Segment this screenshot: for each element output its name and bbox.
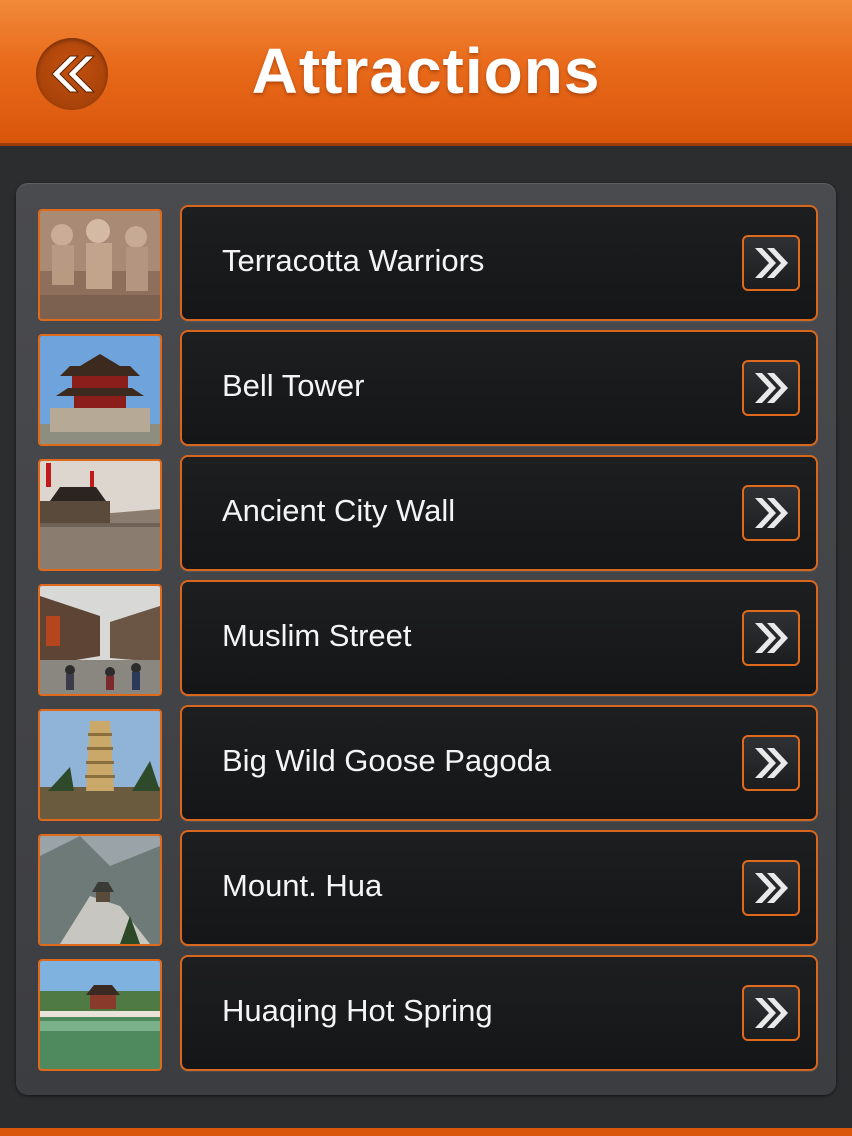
header-bar: Attractions (0, 0, 852, 146)
attraction-label: Ancient City Wall (222, 493, 456, 528)
double-chevron-right-icon (755, 248, 788, 278)
list-item[interactable]: Huaqing Hot Spring (16, 933, 836, 1071)
pagoda-thumbnail (38, 709, 162, 821)
bell-tower-thumbnail (38, 334, 162, 446)
attraction-label: Muslim Street (222, 618, 412, 653)
double-chevron-right-icon (755, 998, 788, 1028)
attraction-button[interactable]: Ancient City Wall (180, 455, 818, 571)
attraction-label: Mount. Hua (222, 868, 383, 903)
double-chevron-right-icon (755, 748, 788, 778)
attraction-button[interactable]: Big Wild Goose Pagoda (180, 705, 818, 821)
list-item[interactable]: Mount. Hua (16, 808, 836, 946)
double-chevron-right-icon (755, 873, 788, 903)
attraction-label: Big Wild Goose Pagoda (222, 743, 552, 778)
open-detail-button[interactable] (742, 610, 800, 666)
app-screen: Attractions Terracotta Warriors Bell Tow… (0, 0, 852, 1136)
attraction-label: Huaqing Hot Spring (222, 993, 493, 1028)
double-chevron-right-icon (755, 623, 788, 653)
open-detail-button[interactable] (742, 235, 800, 291)
open-detail-button[interactable] (742, 860, 800, 916)
attraction-button[interactable]: Terracotta Warriors (180, 205, 818, 321)
city-wall-thumbnail (38, 459, 162, 571)
bottom-bar (0, 1128, 852, 1136)
mount-hua-thumbnail (38, 834, 162, 946)
open-detail-button[interactable] (742, 360, 800, 416)
open-detail-button[interactable] (742, 485, 800, 541)
attractions-list: Terracotta Warriors Bell Tower Ancient C… (16, 183, 836, 1095)
list-item[interactable]: Ancient City Wall (16, 433, 836, 571)
double-chevron-right-icon (755, 373, 788, 403)
muslim-street-thumbnail (38, 584, 162, 696)
page-title: Attractions (251, 35, 601, 107)
list-item[interactable]: Terracotta Warriors (16, 183, 836, 321)
attraction-label: Terracotta Warriors (222, 243, 485, 278)
hot-spring-thumbnail (38, 959, 162, 1071)
list-item[interactable]: Big Wild Goose Pagoda (16, 683, 836, 821)
list-item[interactable]: Bell Tower (16, 308, 836, 446)
attraction-button[interactable]: Huaqing Hot Spring (180, 955, 818, 1071)
list-item[interactable]: Muslim Street (16, 558, 836, 696)
terracotta-warriors-thumbnail (38, 209, 162, 321)
attraction-button[interactable]: Muslim Street (180, 580, 818, 696)
open-detail-button[interactable] (742, 985, 800, 1041)
double-chevron-right-icon (755, 498, 788, 528)
attraction-button[interactable]: Mount. Hua (180, 830, 818, 946)
attraction-button[interactable]: Bell Tower (180, 330, 818, 446)
open-detail-button[interactable] (742, 735, 800, 791)
attraction-label: Bell Tower (222, 368, 365, 403)
